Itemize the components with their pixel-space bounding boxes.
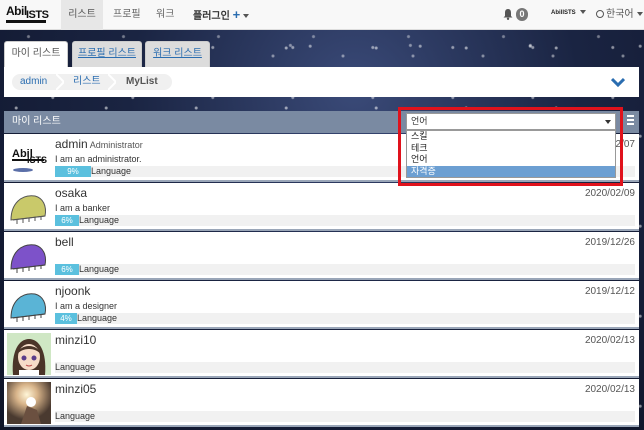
avatar[interactable]: [7, 235, 51, 277]
tab-work-list-label: 워크 리스트: [153, 48, 202, 59]
chevron-down-icon: [636, 12, 643, 17]
progress-category-label: Language: [55, 362, 96, 372]
user-name[interactable]: njoonk: [55, 284, 90, 298]
user-menu-logo[interactable]: AbilISTS: [551, 10, 587, 16]
language-dropdown[interactable]: 한국어: [596, 0, 643, 30]
nav-work-label: 워크: [156, 9, 175, 20]
progress-bar: Language: [55, 362, 635, 373]
user-bio: I am a designer: [55, 301, 118, 311]
user-bio: I am an administrator.: [55, 154, 142, 164]
tab-my-list-label: 마이 리스트: [11, 48, 61, 59]
item-date: 2019/12/26: [584, 237, 635, 248]
user-name-text: osaka: [55, 186, 88, 200]
language-label: 한국어: [606, 9, 634, 20]
red-highlight-box: [398, 107, 623, 186]
progress-category-label: Language: [79, 215, 120, 225]
progress-category-label: Language: [55, 411, 96, 421]
avatar[interactable]: Abil ISTS: [7, 137, 51, 179]
user-menu-logo-text: AbilISTS: [551, 10, 576, 16]
breadcrumb-separator-icon: [108, 74, 116, 90]
progress-category-label: Language: [77, 313, 118, 323]
progress-category-label: Language: [91, 166, 132, 176]
user-role: Administrator: [89, 140, 143, 150]
chevron-down-icon: [580, 10, 587, 15]
globe-icon: [596, 10, 604, 18]
user-name[interactable]: osaka: [55, 186, 87, 200]
tab-work-list[interactable]: 워크 리스트: [145, 41, 210, 67]
tab-profile-list-label: 프로필 리스트: [78, 48, 136, 59]
bell-icon[interactable]: [502, 8, 514, 20]
abilists-logo[interactable]: Abil ISTS: [4, 4, 52, 26]
breadcrumb-item-list[interactable]: 리스트: [73, 74, 101, 90]
progress-bar: 6% Language: [55, 215, 635, 226]
list-item[interactable]: bell 6% Language 2019/12/26: [4, 232, 639, 280]
progress-category-label: Language: [79, 264, 120, 274]
logo-bar: [6, 20, 46, 23]
list-item[interactable]: osaka I am a banker 6% Language 2020/02/09: [4, 183, 639, 231]
tab-my-list[interactable]: 마이 리스트: [4, 41, 68, 68]
plus-icon: +: [232, 7, 241, 22]
list-item[interactable]: minzi10 Language 2020/02/13: [4, 330, 639, 378]
user-name[interactable]: minzi05: [55, 382, 96, 396]
progress-fill: 4%: [55, 313, 77, 324]
avatar[interactable]: [7, 333, 51, 375]
user-bio: I am a banker: [55, 203, 111, 213]
nav-list[interactable]: 리스트: [61, 0, 103, 30]
progress-fill: 6%: [55, 264, 79, 275]
nav-plugin-label: 플러그인: [193, 11, 230, 22]
progress-fill: 9%: [55, 166, 91, 177]
item-date: 2020/02/13: [584, 384, 635, 395]
nav-list-label: 리스트: [68, 9, 96, 20]
nav-work[interactable]: 워크: [156, 0, 174, 30]
user-name[interactable]: minzi10: [55, 333, 96, 347]
breadcrumb-separator-icon: [56, 74, 64, 90]
progress-fill: 6%: [55, 215, 79, 226]
breadcrumb: admin 리스트 MyList: [4, 67, 639, 97]
logo-text-top: Abil: [6, 4, 27, 18]
avatar[interactable]: [7, 186, 51, 228]
item-date: 2019/12/12: [584, 286, 635, 297]
progress-bar: Language: [55, 411, 635, 422]
breadcrumb-item-mylist: MyList: [126, 76, 158, 87]
user-name-text: bell: [55, 235, 74, 249]
sort-icon[interactable]: [627, 115, 634, 129]
user-name[interactable]: admin Administrator: [55, 137, 143, 151]
user-name-text: admin: [55, 137, 88, 151]
user-name-text: njoonk: [55, 284, 91, 298]
avatar[interactable]: [7, 382, 51, 424]
user-name[interactable]: bell: [55, 235, 74, 249]
nav-profile-label: 프로필: [113, 9, 141, 20]
chevron-down-icon[interactable]: [611, 76, 625, 88]
list-item[interactable]: njoonk I am a designer 4% Language 2019/12/1…: [4, 281, 639, 329]
nav-profile[interactable]: 프로필: [113, 0, 141, 30]
user-name-text: minzi10: [55, 333, 97, 347]
user-name-text: minzi05: [55, 382, 97, 396]
list-title: 마이 리스트: [12, 116, 61, 127]
tab-profile-list[interactable]: 프로필 리스트: [72, 41, 142, 67]
progress-bar: 4% Language: [55, 313, 635, 324]
nav-plugin-dropdown[interactable]: 플러그인 +: [193, 0, 250, 30]
item-date: 2020/02/13: [584, 335, 635, 346]
item-date: 2020/02/09: [584, 188, 635, 199]
breadcrumb-item-admin[interactable]: admin: [20, 74, 47, 90]
chevron-down-icon: [243, 14, 250, 19]
avatar[interactable]: [7, 284, 51, 326]
list-item[interactable]: minzi05 Language 2020/02/13: [4, 379, 639, 427]
notification-badge: 0: [516, 8, 528, 21]
progress-bar: 6% Language: [55, 264, 635, 275]
top-navbar: Abil ISTS 리스트 프로필 워크 플러그인 + 0 AbilISTS 한…: [0, 0, 644, 30]
